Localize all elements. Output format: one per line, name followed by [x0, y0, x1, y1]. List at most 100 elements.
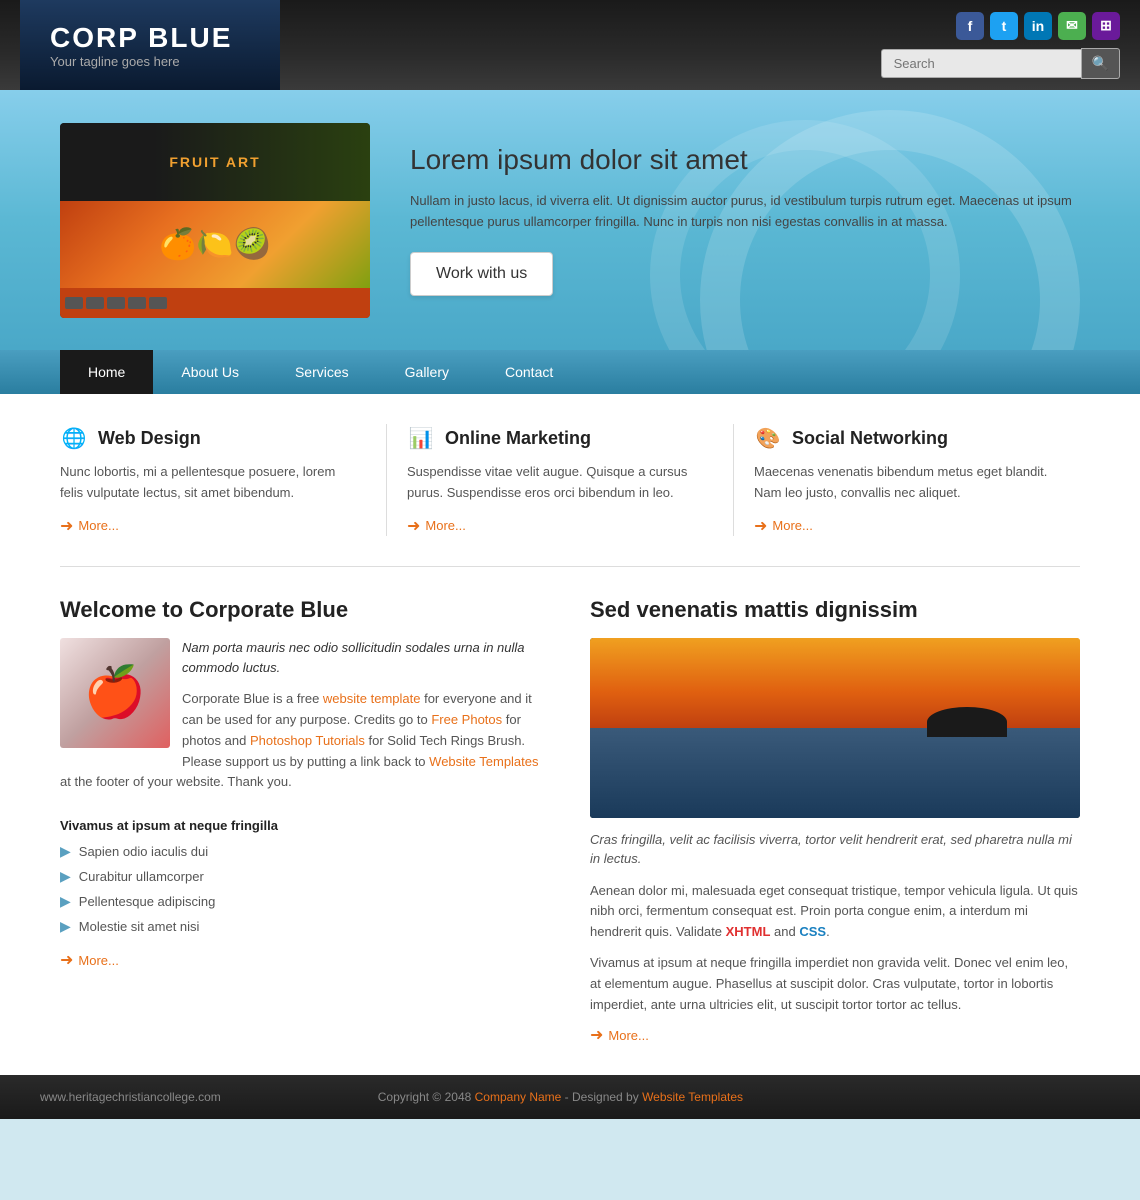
service-online-marketing-title: Online Marketing	[445, 428, 591, 449]
online-marketing-icon: 📊	[407, 424, 435, 452]
footer-url: www.heritagechristiancollege.com	[40, 1090, 221, 1104]
hero-content: Lorem ipsum dolor sit amet Nullam in jus…	[410, 144, 1080, 297]
hero-image-bottom	[60, 288, 370, 317]
para1-end: .	[826, 924, 830, 939]
bullet-arrow-icon: ▶	[60, 893, 71, 910]
copyright-mid: - Designed by	[561, 1090, 642, 1104]
left-column: Welcome to Corporate Blue 🍎 Nam porta ma…	[60, 597, 550, 1046]
service-web-design-title: Web Design	[98, 428, 201, 449]
bullet-text: Molestie sit amet nisi	[79, 919, 200, 934]
arrow-icon: ➜	[590, 1025, 603, 1045]
company-name-link[interactable]: Company Name	[475, 1090, 562, 1104]
arrow-icon: ➜	[407, 516, 420, 536]
service-online-marketing: 📊 Online Marketing Suspendisse vitae vel…	[386, 424, 733, 536]
service-social-networking-more[interactable]: ➜ More...	[754, 516, 1050, 536]
para1-end2: at the footer of your website. Thank you…	[60, 774, 292, 789]
twitter-icon[interactable]: t	[990, 12, 1018, 40]
hero-image-top: FRUIT ART	[60, 123, 370, 201]
right-col-paragraph2: Vivamus at ipsum at neque fringilla impe…	[590, 953, 1080, 1015]
footer: www.heritagechristiancollege.com Copyrig…	[0, 1075, 1140, 1119]
list-item: ▶ Molestie sit amet nisi	[60, 918, 550, 935]
service-web-design-text: Nunc lobortis, mi a pellentesque posuere…	[60, 462, 356, 504]
service-web-design-heading: 🌐 Web Design	[60, 424, 356, 452]
copyright-pre: Copyright © 2048	[378, 1090, 475, 1104]
hero-heading: Lorem ipsum dolor sit amet	[410, 144, 1080, 176]
bullet-list: ▶ Sapien odio iaculis dui ▶ Curabitur ulla…	[60, 843, 550, 935]
left-col-heading: Welcome to Corporate Blue	[60, 597, 550, 623]
bullet-text: Sapien odio iaculis dui	[79, 844, 208, 859]
nav-item-home[interactable]: Home	[60, 350, 153, 394]
nav-item-contact[interactable]: Contact	[477, 350, 581, 394]
service-social-networking-title: Social Networking	[792, 428, 948, 449]
footer-copyright: Copyright © 2048 Company Name - Designed…	[378, 1090, 743, 1104]
header-right: f t in ✉ ⊞ 🔍	[881, 12, 1120, 79]
linkedin-icon[interactable]: in	[1024, 12, 1052, 40]
more-label: More...	[608, 1028, 648, 1043]
service-web-design-more[interactable]: ➜ More...	[60, 516, 356, 536]
more-label: More...	[772, 518, 812, 533]
list-item: ▶ Sapien odio iaculis dui	[60, 843, 550, 860]
photoshop-tutorials-link[interactable]: Photoshop Tutorials	[250, 733, 365, 748]
website-templates-link2[interactable]: Website Templates	[429, 754, 538, 769]
header: CORP BLUE Your tagline goes here f t in …	[0, 0, 1140, 90]
social-icons: f t in ✉ ⊞	[956, 12, 1120, 40]
logo-title: CORP BLUE	[50, 22, 250, 54]
bullet-text: Pellentesque adipiscing	[79, 894, 216, 909]
css-link[interactable]: CSS	[799, 924, 826, 939]
search-button[interactable]: 🔍	[1081, 48, 1120, 79]
bullet-arrow-icon: ▶	[60, 868, 71, 885]
free-photos-link[interactable]: Free Photos	[431, 712, 502, 727]
nav-item-services[interactable]: Services	[267, 350, 377, 394]
left-col-body: 🍎 Nam porta mauris nec odio sollicitudin…	[60, 638, 550, 804]
social-networking-icon: 🎨	[754, 424, 782, 452]
sunset-image	[590, 638, 1080, 818]
and-text: and	[770, 924, 799, 939]
list-item: ▶ Curabitur ullamcorper	[60, 868, 550, 885]
facebook-icon[interactable]: f	[956, 12, 984, 40]
services-row: 🌐 Web Design Nunc lobortis, mi a pellent…	[60, 424, 1080, 567]
hero-section: FRUIT ART 🍊🍋🥝 Lorem ipsum dolor sit amet…	[0, 90, 1140, 350]
service-online-marketing-more[interactable]: ➜ More...	[407, 516, 703, 536]
bullet-arrow-icon: ▶	[60, 918, 71, 935]
search-input[interactable]	[881, 49, 1081, 78]
right-col-paragraph1: Aenean dolor mi, malesuada eget consequa…	[590, 881, 1080, 943]
apple-image: 🍎	[60, 638, 170, 748]
web-design-icon: 🌐	[60, 424, 88, 452]
more-label: More...	[78, 953, 118, 968]
rss-icon[interactable]: ⊞	[1092, 12, 1120, 40]
service-online-marketing-heading: 📊 Online Marketing	[407, 424, 703, 452]
bullet-text: Curabitur ullamcorper	[79, 869, 204, 884]
service-social-networking-text: Maecenas venenatis bibendum metus eget b…	[754, 462, 1050, 504]
bullet-arrow-icon: ▶	[60, 843, 71, 860]
left-col-more[interactable]: ➜ More...	[60, 950, 550, 970]
more-label: More...	[425, 518, 465, 533]
fruit-label: FRUIT ART	[169, 154, 260, 170]
email-icon[interactable]: ✉	[1058, 12, 1086, 40]
nav-item-about[interactable]: About Us	[153, 350, 267, 394]
logo-tagline: Your tagline goes here	[50, 54, 250, 69]
hero-image-fruit: 🍊🍋🥝	[60, 201, 370, 289]
water-layer	[590, 728, 1080, 818]
more-label: More...	[78, 518, 118, 533]
para1-text: Aenean dolor mi, malesuada eget consequa…	[590, 883, 1078, 940]
para1-pre: Corporate Blue is a free	[182, 691, 323, 706]
left-col-subheading: Vivamus at ipsum at neque fringilla	[60, 818, 550, 833]
arrow-icon: ➜	[60, 516, 73, 536]
work-with-us-button[interactable]: Work with us	[410, 252, 553, 296]
website-templates-footer-link[interactable]: Website Templates	[642, 1090, 743, 1104]
service-web-design: 🌐 Web Design Nunc lobortis, mi a pellent…	[60, 424, 386, 536]
nav-item-gallery[interactable]: Gallery	[377, 350, 477, 394]
service-social-networking: 🎨 Social Networking Maecenas venenatis b…	[733, 424, 1080, 536]
website-template-link[interactable]: website template	[323, 691, 421, 706]
list-item: ▶ Pellentesque adipiscing	[60, 893, 550, 910]
service-social-networking-heading: 🎨 Social Networking	[754, 424, 1050, 452]
hero-text: Nullam in justo lacus, id viverra elit. …	[410, 191, 1080, 233]
right-col-more[interactable]: ➜ More...	[590, 1025, 1080, 1045]
content-columns: Welcome to Corporate Blue 🍎 Nam porta ma…	[60, 597, 1080, 1046]
sunset-background	[590, 638, 1080, 818]
right-col-caption: Cras fringilla, velit ac facilisis viver…	[590, 830, 1080, 869]
search-bar: 🔍	[881, 48, 1120, 79]
right-col-heading: Sed venenatis mattis dignissim	[590, 597, 1080, 623]
island-shape	[927, 707, 1007, 737]
xhtml-link[interactable]: XHTML	[726, 924, 771, 939]
